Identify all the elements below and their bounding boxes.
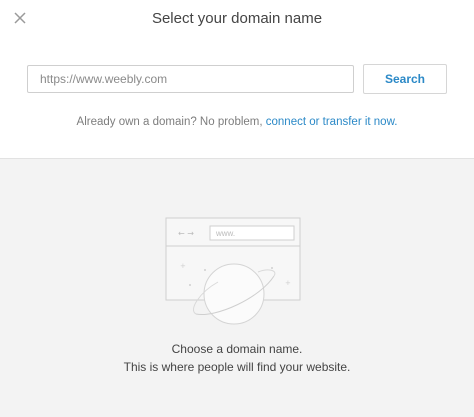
svg-text:← →: ← → (178, 229, 194, 238)
existing-domain-help: Already own a domain? No problem, connec… (0, 116, 474, 128)
empty-state-line-2: This is where people will find your webs… (123, 360, 351, 374)
page-title: Select your domain name (151, 10, 323, 27)
domain-search-input[interactable] (27, 65, 354, 93)
url-bar-text: www. (215, 229, 235, 238)
svg-text:+: + (180, 262, 186, 270)
connect-transfer-link[interactable]: connect or transfer it now. (266, 116, 398, 128)
empty-state-line-1: Choose a domain name. (171, 342, 303, 356)
svg-text:+: + (285, 279, 291, 287)
domain-search-panel: Select your domain name Search Already o… (0, 0, 474, 159)
empty-state-message: Choose a domain name. This is where peop… (0, 340, 474, 376)
search-button[interactable]: Search (363, 64, 447, 94)
help-text: Already own a domain? No problem, (76, 116, 266, 128)
empty-state-illustration: ← → www. + + (160, 210, 310, 335)
